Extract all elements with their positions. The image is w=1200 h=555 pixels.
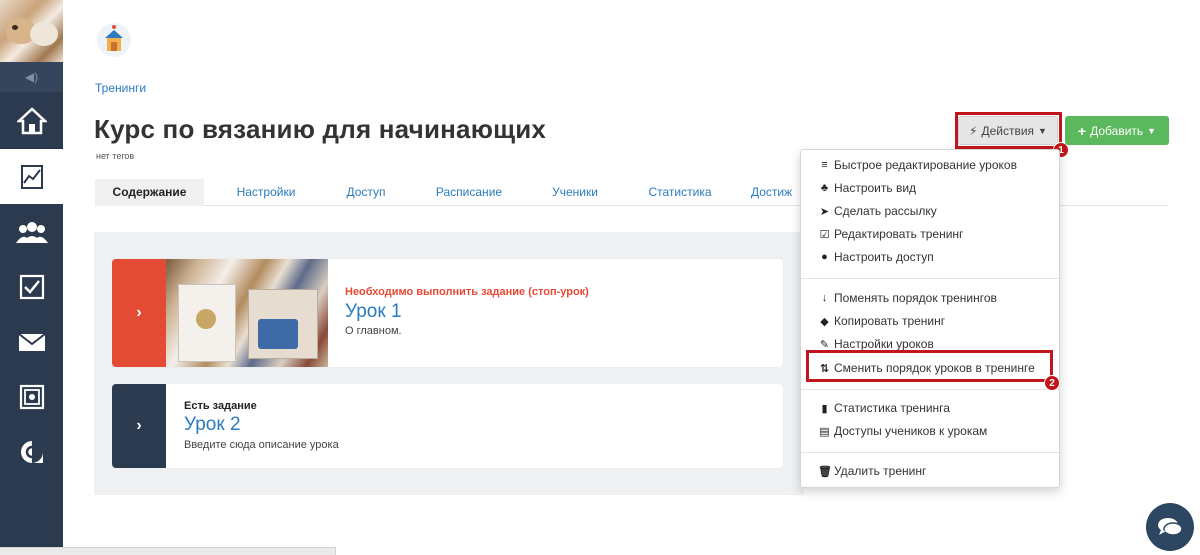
wrench-icon: ✎ [819,338,830,351]
menu-training-statistics[interactable]: ▮ Статистика тренинга [818,398,949,418]
actions-dropdown-menu: ≡ Быстрое редактирование уроков ♣ Настроит… [800,149,1060,488]
lesson-description: О главном. [345,325,402,337]
caret-down-icon: ▼ [1147,125,1157,136]
lesson-task-status: Есть задание [184,400,257,412]
bar-chart-icon: ▮ [821,402,828,415]
tab-content[interactable]: Содержание [95,179,204,206]
menu-delete-training[interactable]: 🗑 Удалить тренинг [818,461,926,481]
users-icon [15,221,48,243]
chevron-right-icon[interactable]: › [112,259,166,367]
nav-sales[interactable] [0,369,63,424]
home-icon [16,106,47,134]
tags-text: нет тегов [96,151,135,161]
page-title: Курс по вязанию для начинающих [94,114,547,144]
status-bar [0,547,336,555]
menu-reorder-trainings[interactable]: ↓ Поменять порядок тренингов [818,288,997,308]
tab-settings[interactable]: Настройки [223,179,309,206]
step-badge-2: 2 [1044,375,1060,391]
sidebar: ◀) [0,0,63,555]
lesson-card-1[interactable]: › Необходимо выполнить задание (стоп-уро… [112,259,783,367]
lesson-title[interactable]: Урок 1 [345,301,402,323]
nav-tasks[interactable] [0,259,63,314]
lesson-card-2[interactable]: › Есть задание Урок 2 Введите сюда описа… [112,384,783,468]
nav-messages[interactable] [0,314,63,369]
actions-highlight [955,112,1062,149]
menu-customize-view[interactable]: ♣ Настроить вид [818,178,916,198]
nav-copyright[interactable] [0,424,63,479]
menu-access-settings[interactable]: ● Настроить доступ [818,247,934,267]
sort-icon: ↓ [821,292,828,304]
paper-plane-icon: ➤ [819,205,830,218]
safe-icon [19,384,44,409]
plus-icon: + [1077,122,1087,139]
nav-statistics[interactable] [0,149,63,204]
chart-icon [20,164,43,189]
menu-edit-training[interactable]: ☑ Редактировать тренинг [818,224,964,244]
chat-button[interactable] [1146,503,1194,551]
tab-statistics[interactable]: Статистика [635,179,725,206]
school-logo-icon[interactable] [96,22,132,58]
user-icon: ● [821,251,828,263]
tab-students[interactable]: Ученики [541,179,609,206]
list-icon: ≡ [821,159,828,171]
lesson-description: Введите сюда описание урока [184,439,339,451]
trash-icon: 🗑 [818,465,832,478]
tab-access[interactable]: Доступ [335,179,397,206]
tags-icon: ◆ [820,315,829,328]
lesson-list: › Необходимо выполнить задание (стоп-уро… [94,232,804,495]
table-icon: ▤ [819,425,830,438]
checkbox-icon [19,274,44,299]
nav-home[interactable] [0,93,63,148]
menu-copy-training[interactable]: ◆ Копировать тренинг [818,311,945,331]
add-button[interactable]: + Добавить ▼ [1065,116,1169,145]
menu-quick-edit[interactable]: ≡ Быстрое редактирование уроков [818,155,1017,175]
reorder-highlight [806,350,1053,382]
avatar[interactable] [0,0,63,62]
breadcrumb[interactable]: Тренинги [95,81,146,95]
nav-users[interactable] [0,204,63,259]
menu-send-mailing[interactable]: ➤ Сделать рассылку [818,201,937,221]
sitemap-icon: ♣ [820,182,829,194]
menu-student-access[interactable]: ▤ Доступы учеников к урокам [818,421,987,441]
copyright-icon [20,440,43,463]
add-label: Добавить [1090,123,1144,138]
edit-icon: ☑ [819,228,830,241]
speaker-icon[interactable]: ◀) [0,62,63,92]
envelope-icon [17,332,46,351]
lesson-title[interactable]: Урок 2 [184,414,241,436]
lesson-thumbnail [166,259,328,367]
chat-icon [1158,518,1183,536]
tab-schedule[interactable]: Расписание [423,179,515,206]
lesson-stop-status: Необходимо выполнить задание (стоп-урок) [345,286,589,298]
chevron-right-icon[interactable]: › [112,384,166,468]
